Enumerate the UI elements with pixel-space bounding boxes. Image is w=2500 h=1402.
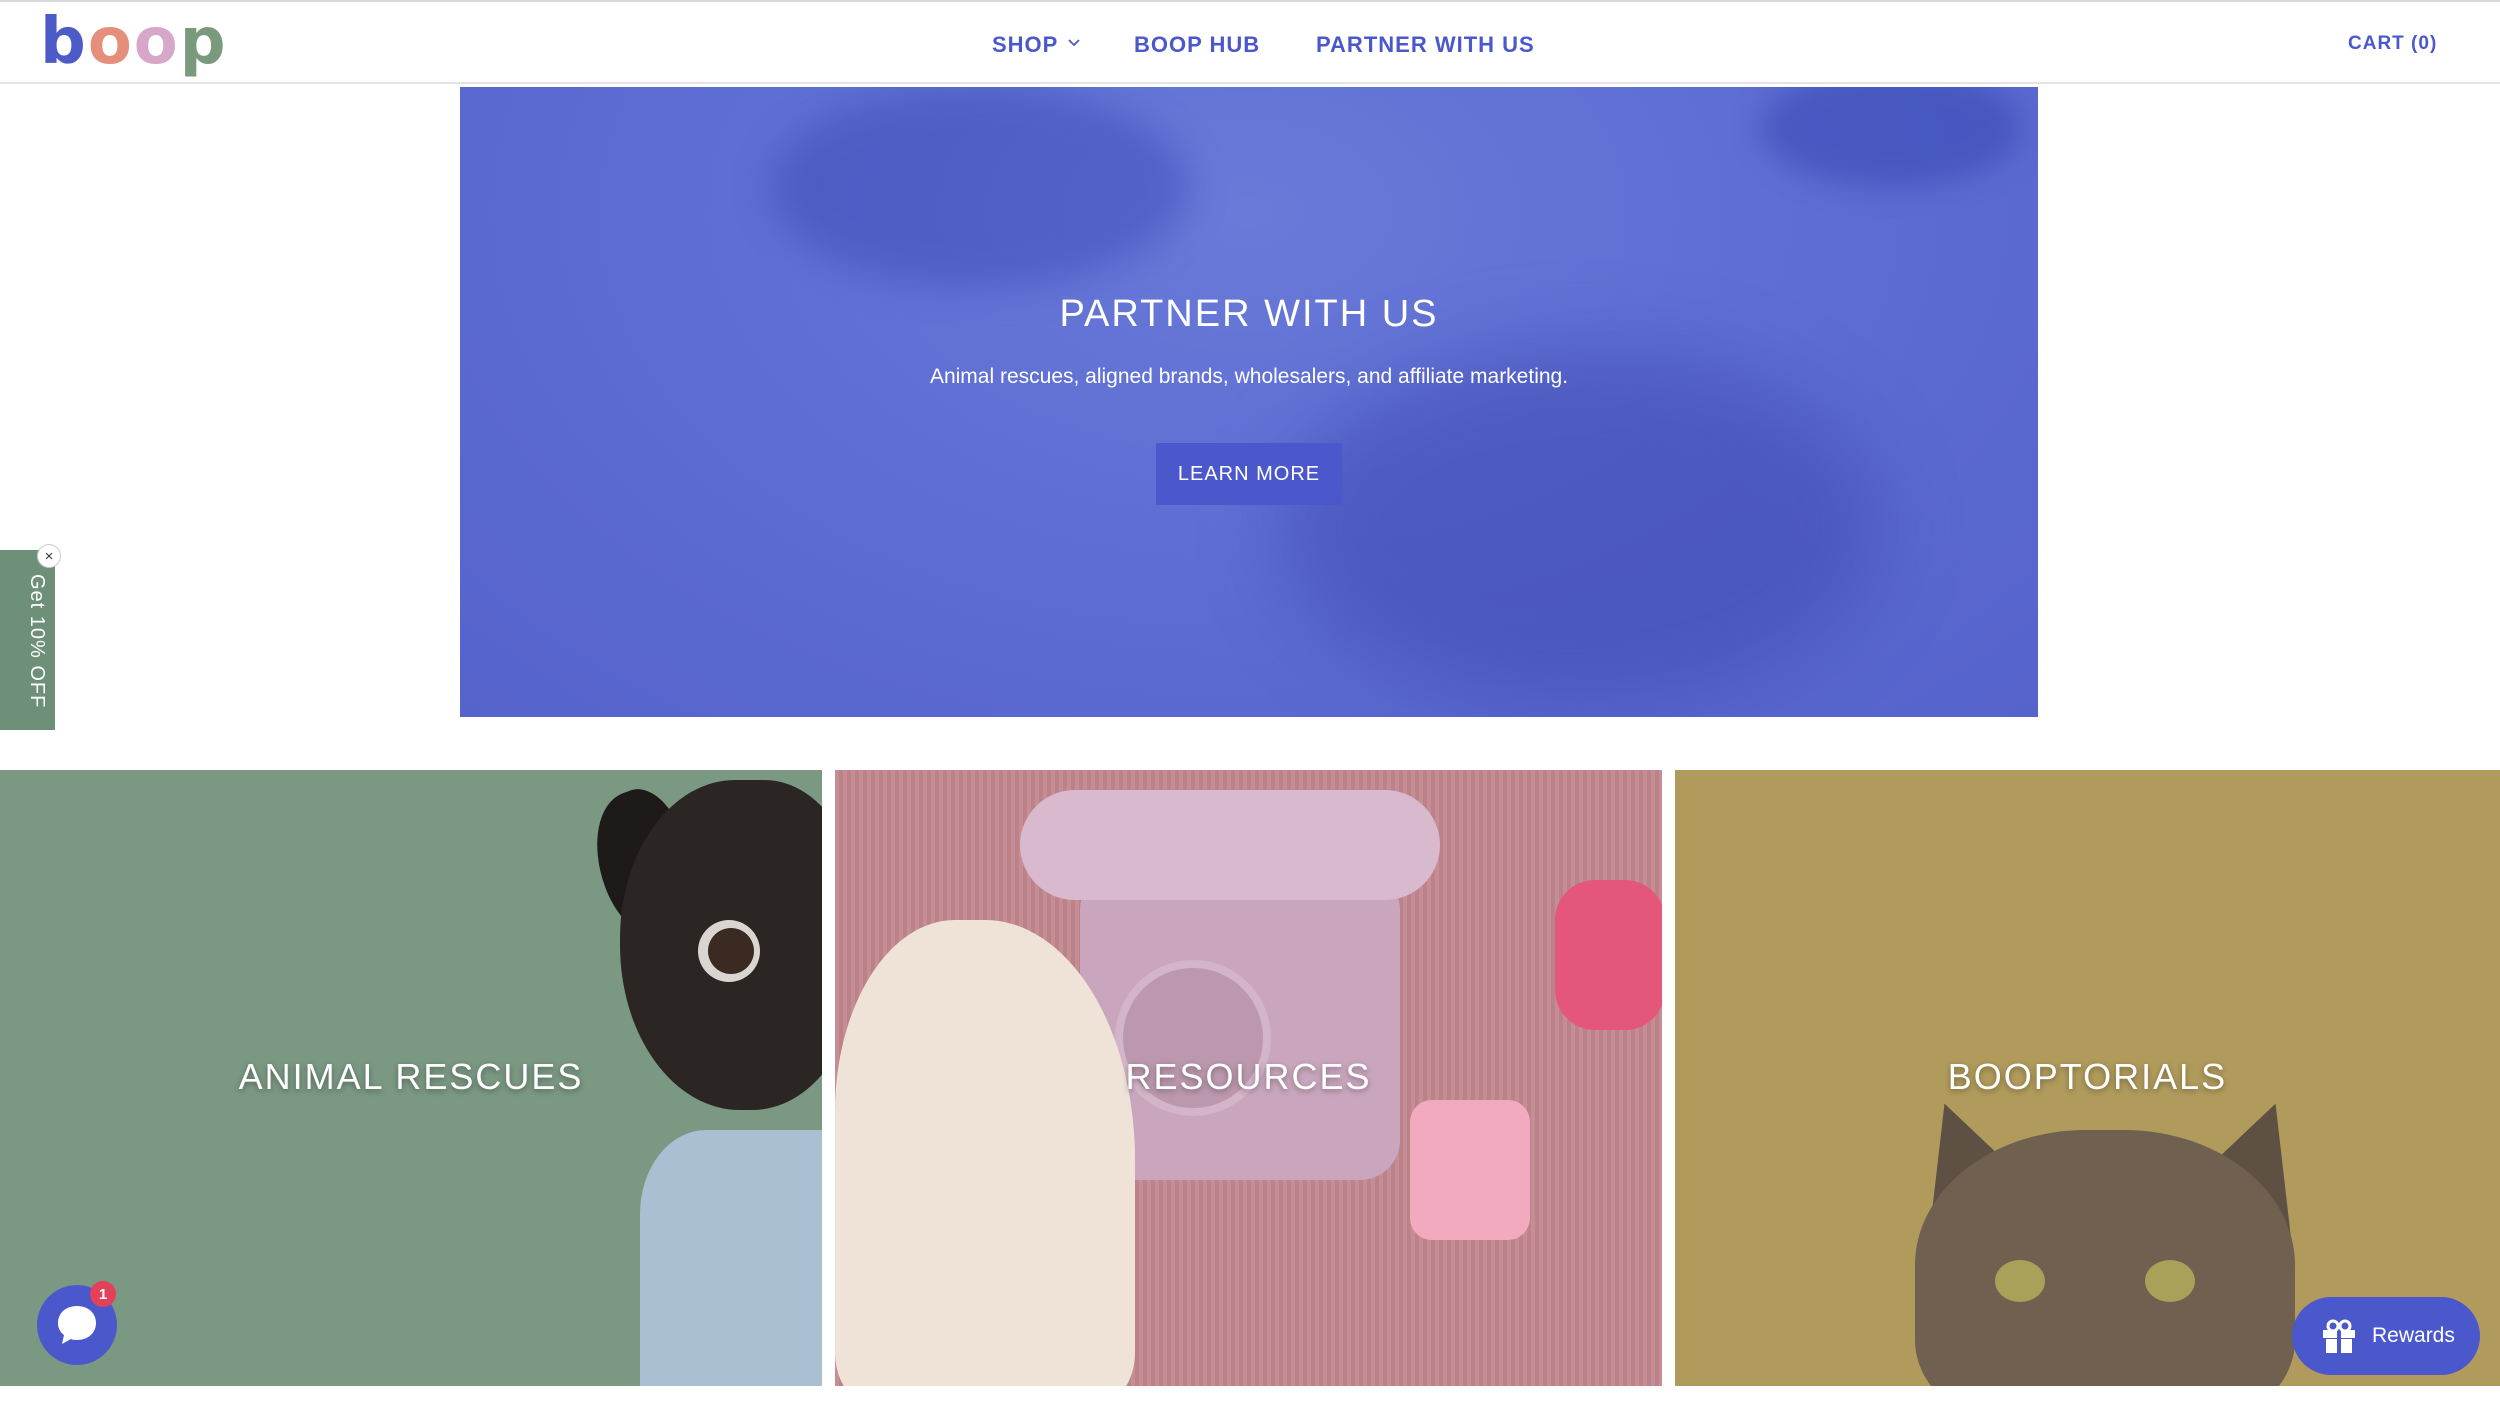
hero-banner: PARTNER WITH US Animal rescues, aligned … [460, 87, 2038, 717]
site-header: boop SHOP BOOP HUB PARTNER WITH US CART … [0, 0, 2500, 84]
pug-jacket-image [640, 1130, 822, 1386]
tile-title-resources: RESOURCES [1125, 1056, 1372, 1097]
nav-shop[interactable]: SHOP [992, 32, 1058, 58]
hero-title: PARTNER WITH US [1059, 293, 1439, 335]
hero-background-shape [1760, 87, 2020, 187]
logo-letter-o2: o [133, 5, 180, 79]
tile-booptorials[interactable]: BOOPTORIALS [1675, 770, 2500, 1386]
logo-letter-o1: o [87, 5, 134, 79]
learn-more-button[interactable]: LEARN MORE [1156, 443, 1342, 505]
pug-pupil-image [708, 928, 754, 974]
tile-animal-rescues[interactable]: ANIMAL RESCUES [0, 770, 822, 1386]
notification-badge: 1 [90, 1281, 116, 1307]
hero-background-shape [770, 87, 1190, 287]
tabby-cat-image [1915, 1130, 2295, 1386]
discount-side-tab-label[interactable]: Get 10% OFF [8, 574, 48, 714]
pink-balls-image [1555, 880, 1662, 1030]
white-cat-image [835, 920, 1135, 1386]
telephone-handset-image [1020, 790, 1440, 900]
hero-background-shape [1280, 347, 1880, 707]
chat-bubble-icon [58, 1306, 96, 1344]
boop-logo[interactable]: boop [40, 10, 228, 74]
tile-title-animal-rescues: ANIMAL RESCUES [238, 1056, 584, 1097]
rewards-label: Rewards [2372, 1324, 2455, 1347]
tile-resources[interactable]: RESOURCES [835, 770, 1662, 1386]
logo-letter-b: b [40, 5, 88, 79]
close-icon[interactable]: × [37, 544, 61, 568]
nav-partner-with-us[interactable]: PARTNER WITH US [1316, 32, 1535, 58]
cart-link[interactable]: CART (0) [2348, 33, 2437, 55]
tabby-eye-image [2145, 1260, 2195, 1302]
gift-icon [2323, 1319, 2355, 1353]
tile-title-booptorials: BOOPTORIALS [1947, 1056, 2228, 1097]
nav-boop-hub[interactable]: BOOP HUB [1134, 32, 1260, 58]
logo-letter-p: p [179, 5, 228, 79]
tabby-eye-image [1995, 1260, 2045, 1302]
hero-subtitle: Animal rescues, aligned brands, wholesal… [929, 365, 1569, 388]
bubble-candle-image [1410, 1100, 1530, 1240]
rewards-button[interactable]: Rewards [2292, 1297, 2480, 1375]
chevron-down-icon[interactable] [1067, 36, 1081, 50]
